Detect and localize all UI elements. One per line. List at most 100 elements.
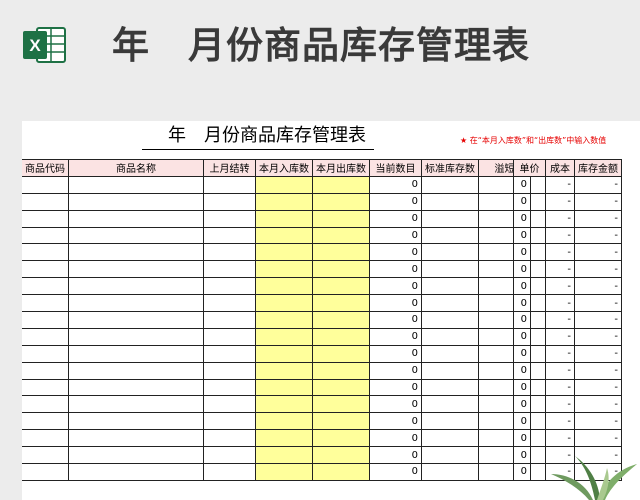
cell-month-inbound[interactable]: [255, 209, 313, 228]
cell-last-month-balance[interactable]: [203, 243, 256, 262]
cell-month-inbound[interactable]: [255, 344, 313, 363]
cell-month-outbound[interactable]: [312, 277, 370, 296]
cell-unit-price[interactable]: [513, 327, 546, 346]
cell-cost[interactable]: -: [545, 260, 575, 279]
cell-standard-stock[interactable]: [421, 277, 479, 296]
cell-stock-amount[interactable]: -: [574, 378, 622, 397]
cell-month-inbound[interactable]: [255, 412, 313, 431]
cell-standard-stock[interactable]: [421, 311, 479, 329]
cell-product-code[interactable]: [22, 294, 69, 313]
cell-month-outbound[interactable]: [312, 361, 370, 380]
cell-unit-price[interactable]: [513, 463, 546, 481]
cell-stock-amount[interactable]: -: [574, 344, 622, 363]
cell-month-outbound[interactable]: [312, 429, 370, 448]
cell-standard-stock[interactable]: [421, 446, 479, 465]
cell-current-count[interactable]: 0: [369, 260, 422, 279]
cell-standard-stock[interactable]: [421, 327, 479, 346]
cell-stock-amount[interactable]: -: [574, 175, 622, 194]
cell-unit-price[interactable]: [513, 277, 546, 296]
header-current-count[interactable]: 当前数目: [369, 159, 422, 177]
cell-standard-stock[interactable]: [421, 226, 479, 245]
cell-stock-amount[interactable]: -: [574, 243, 622, 262]
cell-product-code[interactable]: [22, 260, 69, 279]
cell-last-month-balance[interactable]: [203, 327, 256, 346]
cell-last-month-balance[interactable]: [203, 446, 256, 465]
cell-month-inbound[interactable]: [255, 311, 313, 329]
cell-current-count[interactable]: 0: [369, 412, 422, 431]
cell-month-inbound[interactable]: [255, 226, 313, 245]
cell-cost[interactable]: -: [545, 344, 575, 363]
cell-month-inbound[interactable]: [255, 260, 313, 279]
cell-unit-price[interactable]: [513, 294, 546, 313]
cell-month-inbound[interactable]: [255, 463, 313, 481]
cell-month-inbound[interactable]: [255, 294, 313, 313]
cell-product-name[interactable]: [68, 294, 204, 313]
cell-standard-stock[interactable]: [421, 463, 479, 481]
cell-unit-price[interactable]: [513, 226, 546, 245]
cell-product-name[interactable]: [68, 192, 204, 211]
cell-standard-stock[interactable]: [421, 429, 479, 448]
cell-stock-amount[interactable]: -: [574, 429, 622, 448]
cell-month-inbound[interactable]: [255, 378, 313, 397]
cell-month-outbound[interactable]: [312, 395, 370, 414]
cell-cost[interactable]: -: [545, 378, 575, 397]
cell-current-count[interactable]: 0: [369, 327, 422, 346]
cell-cost[interactable]: -: [545, 395, 575, 414]
cell-last-month-balance[interactable]: [203, 294, 256, 313]
cell-month-outbound[interactable]: [312, 446, 370, 465]
cell-standard-stock[interactable]: [421, 243, 479, 262]
cell-current-count[interactable]: 0: [369, 429, 422, 448]
cell-cost[interactable]: -: [545, 327, 575, 346]
cell-last-month-balance[interactable]: [203, 463, 256, 481]
cell-month-inbound[interactable]: [255, 277, 313, 296]
cell-cost[interactable]: -: [545, 209, 575, 228]
cell-month-outbound[interactable]: [312, 226, 370, 245]
cell-month-inbound[interactable]: [255, 395, 313, 414]
cell-product-name[interactable]: [68, 226, 204, 245]
cell-month-outbound[interactable]: [312, 209, 370, 228]
cell-product-name[interactable]: [68, 277, 204, 296]
cell-current-count[interactable]: 0: [369, 361, 422, 380]
cell-unit-price[interactable]: [513, 446, 546, 465]
cell-last-month-balance[interactable]: [203, 209, 256, 228]
cell-product-code[interactable]: [22, 209, 69, 228]
cell-product-code[interactable]: [22, 226, 69, 245]
cell-product-name[interactable]: [68, 260, 204, 279]
cell-cost[interactable]: -: [545, 311, 575, 329]
cell-product-name[interactable]: [68, 361, 204, 380]
cell-month-outbound[interactable]: [312, 175, 370, 194]
header-stock-amount[interactable]: 库存金额: [574, 159, 622, 177]
cell-last-month-balance[interactable]: [203, 260, 256, 279]
cell-month-outbound[interactable]: [312, 294, 370, 313]
cell-cost[interactable]: -: [545, 361, 575, 380]
cell-current-count[interactable]: 0: [369, 243, 422, 262]
cell-product-code[interactable]: [22, 344, 69, 363]
cell-month-outbound[interactable]: [312, 327, 370, 346]
cell-current-count[interactable]: 0: [369, 294, 422, 313]
cell-standard-stock[interactable]: [421, 344, 479, 363]
cell-product-name[interactable]: [68, 311, 204, 329]
cell-unit-price[interactable]: [513, 344, 546, 363]
cell-month-inbound[interactable]: [255, 175, 313, 194]
cell-month-outbound[interactable]: [312, 412, 370, 431]
cell-standard-stock[interactable]: [421, 209, 479, 228]
header-product-name[interactable]: 商品名称: [68, 159, 204, 177]
cell-cost[interactable]: -: [545, 175, 575, 194]
cell-product-name[interactable]: [68, 446, 204, 465]
cell-product-name[interactable]: [68, 344, 204, 363]
cell-month-inbound[interactable]: [255, 361, 313, 380]
cell-stock-amount[interactable]: -: [574, 192, 622, 211]
cell-current-count[interactable]: 0: [369, 344, 422, 363]
cell-standard-stock[interactable]: [421, 361, 479, 380]
cell-product-code[interactable]: [22, 463, 69, 481]
cell-month-inbound[interactable]: [255, 243, 313, 262]
cell-unit-price[interactable]: [513, 412, 546, 431]
cell-product-name[interactable]: [68, 378, 204, 397]
header-cost[interactable]: 成本: [545, 159, 575, 177]
cell-stock-amount[interactable]: -: [574, 209, 622, 228]
header-month-outbound[interactable]: 本月出库数: [312, 159, 370, 177]
cell-current-count[interactable]: 0: [369, 395, 422, 414]
header-standard-stock[interactable]: 标准库存数: [421, 159, 479, 177]
cell-last-month-balance[interactable]: [203, 175, 256, 194]
cell-unit-price[interactable]: [513, 395, 546, 414]
